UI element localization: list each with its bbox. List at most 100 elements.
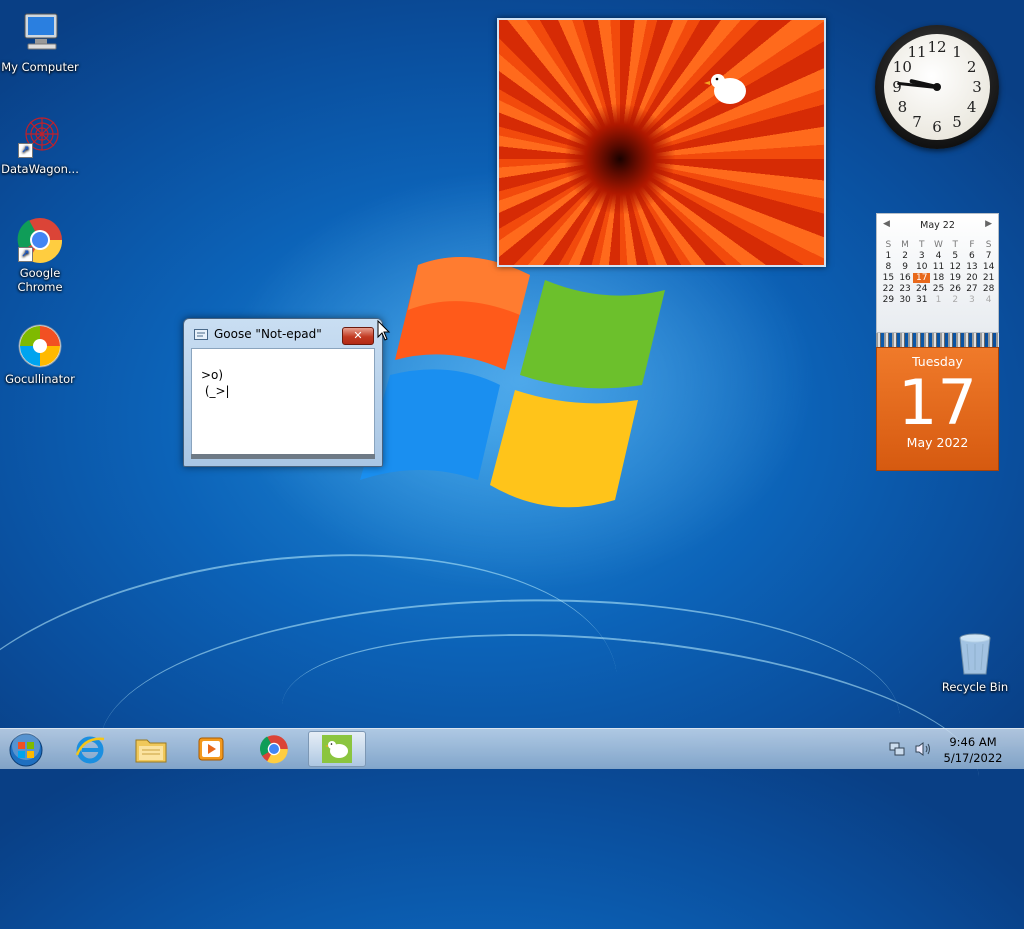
desktop-icon-gocullinator[interactable]: Gocullinator [0, 322, 80, 386]
calendar-day-cell[interactable]: 19 [947, 273, 964, 283]
shortcut-arrow-icon: ↗ [18, 247, 33, 262]
desktop-icon-datawagon[interactable]: ↗ DataWagon... [0, 112, 80, 176]
shortcut-arrow-icon: ↗ [18, 143, 33, 158]
clock-number: 11 [907, 43, 927, 62]
clock-face: 12 1 2 3 4 5 6 7 8 9 10 11 [884, 34, 990, 140]
computer-icon [16, 10, 64, 58]
desktop-icon-label: DataWagon... [1, 162, 79, 176]
calendar-day-cell[interactable]: 26 [947, 284, 964, 294]
file-explorer-icon [135, 739, 167, 763]
calendar-day-cell[interactable]: 1 [930, 295, 947, 305]
taskbar-goose[interactable] [308, 731, 366, 767]
desktop-icon-label: Recycle Bin [941, 680, 1009, 694]
calendar-weekday-header: M [901, 240, 909, 250]
start-orb-icon [9, 732, 43, 767]
desktop-icon-google-chrome[interactable]: ↗ Google Chrome [0, 216, 80, 294]
calendar-grid: S M T W T F S 1 2 3 4 5 6 7 8 9 10 11 12 13 14 15 16 17 18 19 20 21… [880, 240, 997, 305]
calendar-gadget[interactable]: ◀ May 22 ▶ S M T W T F S 1 2 3 4 5 6 7 8 9 10 11 12 13 14 15 1… [876, 213, 999, 471]
calendar-day-cell[interactable]: 2 [947, 295, 964, 305]
tray-date: 5/17/2022 [943, 751, 1003, 765]
calendar-day-cell[interactable]: 14 [980, 262, 997, 272]
calendar-day-cell[interactable]: 24 [913, 284, 930, 294]
clock-number: 5 [952, 112, 962, 131]
calendar-day-cell[interactable]: 2 [897, 251, 914, 261]
calendar-day-cell[interactable]: 12 [947, 262, 964, 272]
calendar-rings [876, 333, 999, 347]
calendar-day-cell[interactable]: 31 [913, 295, 930, 305]
internet-explorer-icon [75, 736, 105, 764]
calendar-month-label: May 22 [920, 220, 955, 231]
clock-number: 9 [892, 78, 902, 96]
start-button[interactable] [0, 731, 54, 767]
calendar-day-cell[interactable]: 7 [980, 251, 997, 261]
wallpaper-swoosh [0, 512, 640, 929]
chrome-icon [260, 735, 288, 764]
speaker-icon[interactable] [914, 741, 932, 757]
clock-gadget[interactable]: 12 1 2 3 4 5 6 7 8 9 10 11 [875, 25, 999, 149]
calendar-day-cell[interactable]: 18 [930, 273, 947, 283]
clock-number: 6 [932, 118, 942, 136]
recycle-bin-icon [951, 630, 999, 678]
taskbar: 9:46 AM 5/17/2022 [0, 728, 1024, 769]
calendar-weekday-header: T [919, 240, 925, 250]
windows-logo [360, 257, 665, 508]
datawagon-icon: ↗ [16, 112, 64, 160]
calendar-weekday-header: S [985, 240, 992, 250]
calendar-day-cell[interactable]: 4 [930, 251, 947, 261]
calendar-day-cell[interactable]: 21 [980, 273, 997, 283]
calendar-day-cell[interactable]: 11 [930, 262, 947, 272]
taskbar-chrome[interactable] [245, 731, 303, 767]
calendar-month-view: ◀ May 22 ▶ S M T W T F S 1 2 3 4 5 6 7 8 9 10 11 12 13 14 15 1… [876, 213, 999, 333]
clock-number: 2 [966, 58, 977, 76]
calendar-day-cell[interactable]: 30 [897, 295, 914, 305]
calendar-day-cell[interactable]: 28 [980, 284, 997, 294]
calendar-day-cell[interactable]: 22 [880, 284, 897, 294]
calendar-day-cell[interactable]: 20 [964, 273, 981, 283]
slideshow-gadget[interactable] [497, 18, 826, 267]
calendar-day-cell[interactable]: 4 [980, 295, 997, 305]
calendar-day-cell[interactable]: 6 [964, 251, 981, 261]
calendar-day-cell[interactable]: 10 [913, 262, 930, 272]
clock-number: 8 [897, 98, 908, 116]
taskbar-media-player[interactable] [182, 731, 240, 767]
close-button[interactable]: ✕ [342, 327, 374, 345]
horizontal-scrollbar[interactable] [191, 454, 375, 459]
text-area[interactable]: >o) (_>| [191, 348, 375, 456]
desktop-icon-label: My Computer [1, 60, 79, 74]
shield-icon [16, 322, 64, 370]
tray-clock[interactable]: 9:46 AM 5/17/2022 [940, 734, 1006, 766]
desktop-icon-my-computer[interactable]: My Computer [0, 10, 80, 74]
desktop-icon-recycle-bin[interactable]: Recycle Bin [935, 630, 1015, 694]
calendar-day-cell[interactable]: 9 [897, 262, 914, 272]
window-title: Goose "Not-epad" [214, 327, 322, 341]
clock-center [933, 83, 941, 91]
taskbar-internet-explorer[interactable] [62, 731, 120, 767]
taskbar-file-explorer[interactable] [122, 731, 180, 767]
calendar-day-cell[interactable]: 5 [947, 251, 964, 261]
calendar-day-cell[interactable]: 15 [880, 273, 897, 283]
calendar-day-cell[interactable]: 25 [930, 284, 947, 294]
network-icon[interactable] [889, 741, 905, 757]
flower-center [565, 104, 675, 214]
calendar-day-cell[interactable]: 29 [880, 295, 897, 305]
calendar-day-cell[interactable]: 3 [964, 295, 981, 305]
text-content: >o) (_>| [201, 368, 230, 398]
calendar-weekday-header: S [885, 240, 892, 250]
notepad-icon [194, 329, 208, 340]
goose-icon [704, 74, 746, 104]
calendar-day-cell[interactable]: 13 [964, 262, 981, 272]
goose-icon [322, 735, 352, 763]
calendar-day-cell[interactable]: 3 [913, 251, 930, 261]
calendar-weekday-header: W [934, 240, 943, 250]
calendar-day-cell[interactable]: 27 [964, 284, 981, 294]
notepad-window[interactable]: Goose "Not-epad" ✕ >o) (_>| [183, 318, 383, 467]
desktop-icon-label: Google Chrome [17, 266, 63, 294]
calendar-day-cell[interactable]: 1 [880, 251, 897, 261]
calendar-day-cell[interactable]: 8 [880, 262, 897, 272]
calendar-day-cell[interactable]: 17 [913, 273, 931, 283]
calendar-next-icon[interactable]: ▶ [985, 219, 992, 229]
tray-time: 9:46 AM [949, 735, 997, 749]
calendar-day-cell[interactable]: 16 [897, 273, 914, 283]
calendar-day-number: 17 [898, 366, 977, 439]
calendar-day-cell[interactable]: 23 [897, 284, 914, 294]
